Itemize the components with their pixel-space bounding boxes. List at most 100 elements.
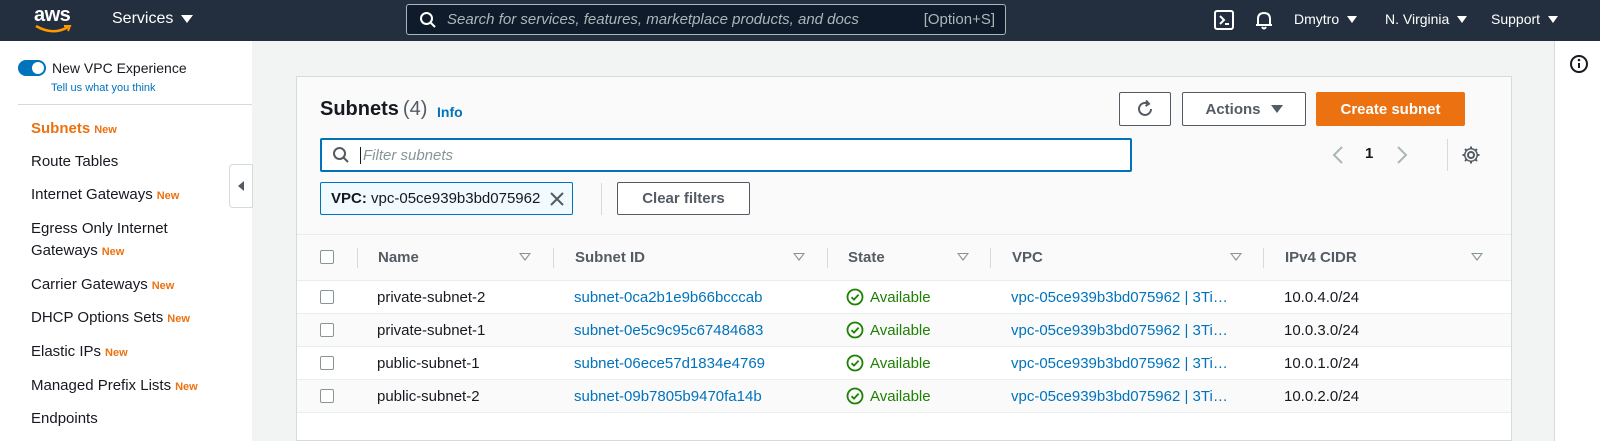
cell-subnet-id[interactable]: subnet-0ca2b1e9b66bcccab (574, 289, 762, 306)
caret-down-icon (1347, 15, 1358, 23)
sidebar-item-label: DHCP Options Sets (31, 309, 164, 326)
check-circle-icon (846, 288, 864, 306)
caret-down-icon (1457, 15, 1468, 23)
cell-vpc[interactable]: vpc-05ce939b3bd075962 | 3Ti… (1011, 388, 1243, 405)
cell-ipv4-cidr: 10.0.1.0/24 (1284, 355, 1360, 372)
page-title: Subnets (4) (320, 98, 427, 121)
support-label: Support (1491, 11, 1541, 27)
table-row[interactable]: private-subnet-1 subnet-0e5c9c95c6748468… (297, 314, 1511, 347)
token-divider (601, 183, 602, 215)
sidebar: New VPC Experience Tell us what you thin… (0, 41, 252, 441)
chevron-left-icon[interactable] (1331, 145, 1345, 165)
region-name: N. Virginia (1385, 11, 1450, 27)
actions-button[interactable]: Actions (1182, 92, 1306, 126)
feedback-link[interactable]: Tell us what you think (51, 82, 156, 94)
check-circle-icon (846, 321, 864, 339)
new-badge: New (167, 313, 190, 325)
cell-state: Available (846, 321, 931, 339)
new-badge: New (156, 190, 180, 202)
column-header-name[interactable]: Name (378, 249, 419, 266)
caret-left-icon (238, 181, 244, 191)
create-subnet-button[interactable]: Create subnet (1316, 92, 1465, 126)
row-checkbox[interactable] (320, 290, 334, 304)
new-badge: New (175, 381, 198, 393)
filter-placeholder: Filter subnets (360, 146, 453, 164)
table-row[interactable]: public-subnet-1 subnet-06ece57d1834e4769… (297, 347, 1511, 380)
table-row[interactable]: private-subnet-2 subnet-0ca2b1e9b66bccca… (297, 281, 1511, 314)
sidebar-item-egress-only-internet-gateways[interactable]: Egress Only Internet Gateways New (31, 218, 191, 263)
sidebar-item-route-tables[interactable]: Route Tables (31, 151, 231, 173)
top-navigation: aws Services Search for services, featur… (0, 0, 1600, 41)
collapse-sidebar-button[interactable] (229, 164, 253, 208)
state-label: Available (870, 321, 931, 339)
filter-subnets-input[interactable]: Filter subnets (320, 138, 1132, 172)
new-vpc-experience-toggle[interactable] (18, 60, 46, 76)
sidebar-item-internet-gateways[interactable]: Internet Gateways New (31, 184, 231, 207)
cloudshell-icon[interactable] (1213, 9, 1235, 31)
cell-vpc[interactable]: vpc-05ce939b3bd075962 | 3Ti… (1011, 355, 1243, 372)
filter-token-vpc: VPC: vpc-05ce939b3bd075962 (320, 182, 574, 215)
search-icon (333, 147, 349, 163)
sort-icon[interactable] (1230, 253, 1242, 261)
cell-subnet-id[interactable]: subnet-06ece57d1834e4769 (574, 355, 765, 372)
new-badge: New (151, 280, 175, 292)
sidebar-item-dhcp-options-sets[interactable]: DHCP Options Sets New (31, 307, 231, 330)
cell-vpc[interactable]: vpc-05ce939b3bd075962 | 3Ti… (1011, 322, 1243, 339)
new-badge: New (94, 124, 117, 136)
column-header-state[interactable]: State (848, 249, 885, 266)
services-menu[interactable]: Services (112, 10, 194, 28)
actions-label: Actions (1205, 100, 1261, 118)
refresh-button[interactable] (1119, 92, 1171, 126)
cell-name: private-subnet-2 (377, 289, 486, 306)
caret-down-icon (1270, 105, 1283, 113)
select-all-checkbox[interactable] (320, 250, 334, 264)
cell-state: Available (846, 288, 931, 306)
column-header-subnet-id[interactable]: Subnet ID (575, 249, 645, 266)
info-icon[interactable] (1569, 54, 1589, 74)
region-menu[interactable]: N. Virginia (1385, 11, 1468, 27)
sort-icon[interactable] (793, 253, 805, 261)
close-icon[interactable] (550, 191, 565, 206)
user-menu[interactable]: Dmytro (1294, 11, 1358, 27)
cell-ipv4-cidr: 10.0.4.0/24 (1284, 289, 1360, 306)
settings-icon[interactable] (1461, 145, 1481, 165)
sort-icon[interactable] (1471, 253, 1483, 261)
row-checkbox[interactable] (320, 356, 334, 370)
page-number[interactable]: 1 (1365, 145, 1373, 162)
toggle-label: New VPC Experience (52, 60, 187, 76)
column-header-ipv4-cidr[interactable]: IPv4 CIDR (1285, 249, 1357, 266)
info-link[interactable]: Info (437, 104, 463, 120)
sidebar-item-subnets[interactable]: Subnets New (31, 118, 231, 141)
caret-down-icon (1548, 15, 1559, 23)
support-menu[interactable]: Support (1491, 11, 1559, 27)
sidebar-item-managed-prefix-lists[interactable]: Managed Prefix Lists New (31, 375, 231, 398)
clear-filters-label: Clear filters (642, 190, 725, 207)
chevron-right-icon[interactable] (1395, 145, 1409, 165)
user-name: Dmytro (1294, 11, 1340, 27)
subnets-panel: Subnets (4) Info Actions Create subnet Fi… (296, 76, 1512, 441)
bell-icon[interactable] (1253, 9, 1275, 31)
sidebar-divider (18, 104, 252, 105)
title-text: Subnets (320, 98, 399, 120)
sidebar-item-label: Internet Gateways (31, 186, 153, 203)
column-header-vpc[interactable]: VPC (1012, 249, 1043, 266)
table-row[interactable]: public-subnet-2 subnet-09b7805b9470fa14b… (297, 380, 1511, 413)
title-count: (4) (402, 98, 428, 120)
cell-vpc[interactable]: vpc-05ce939b3bd075962 | 3Ti… (1011, 289, 1243, 306)
sidebar-item-carrier-gateways[interactable]: Carrier Gateways New (31, 274, 231, 297)
sidebar-item-endpoints[interactable]: Endpoints (31, 408, 231, 430)
clear-filters-button[interactable]: Clear filters (617, 182, 750, 215)
column-divider (990, 248, 991, 268)
cell-name: private-subnet-1 (377, 322, 486, 339)
aws-logo[interactable]: aws (34, 4, 74, 36)
sort-icon[interactable] (957, 253, 969, 261)
row-checkbox[interactable] (320, 323, 334, 337)
cell-subnet-id[interactable]: subnet-09b7805b9470fa14b (574, 388, 762, 405)
sidebar-item-elastic-ips[interactable]: Elastic IPs New (31, 341, 231, 364)
row-checkbox[interactable] (320, 389, 334, 403)
create-subnet-label: Create subnet (1340, 100, 1441, 118)
sort-icon[interactable] (519, 253, 531, 261)
global-search[interactable]: Search for services, features, marketpla… (406, 4, 1006, 35)
cell-subnet-id[interactable]: subnet-0e5c9c95c67484683 (574, 322, 763, 339)
caret-down-icon (181, 15, 194, 23)
